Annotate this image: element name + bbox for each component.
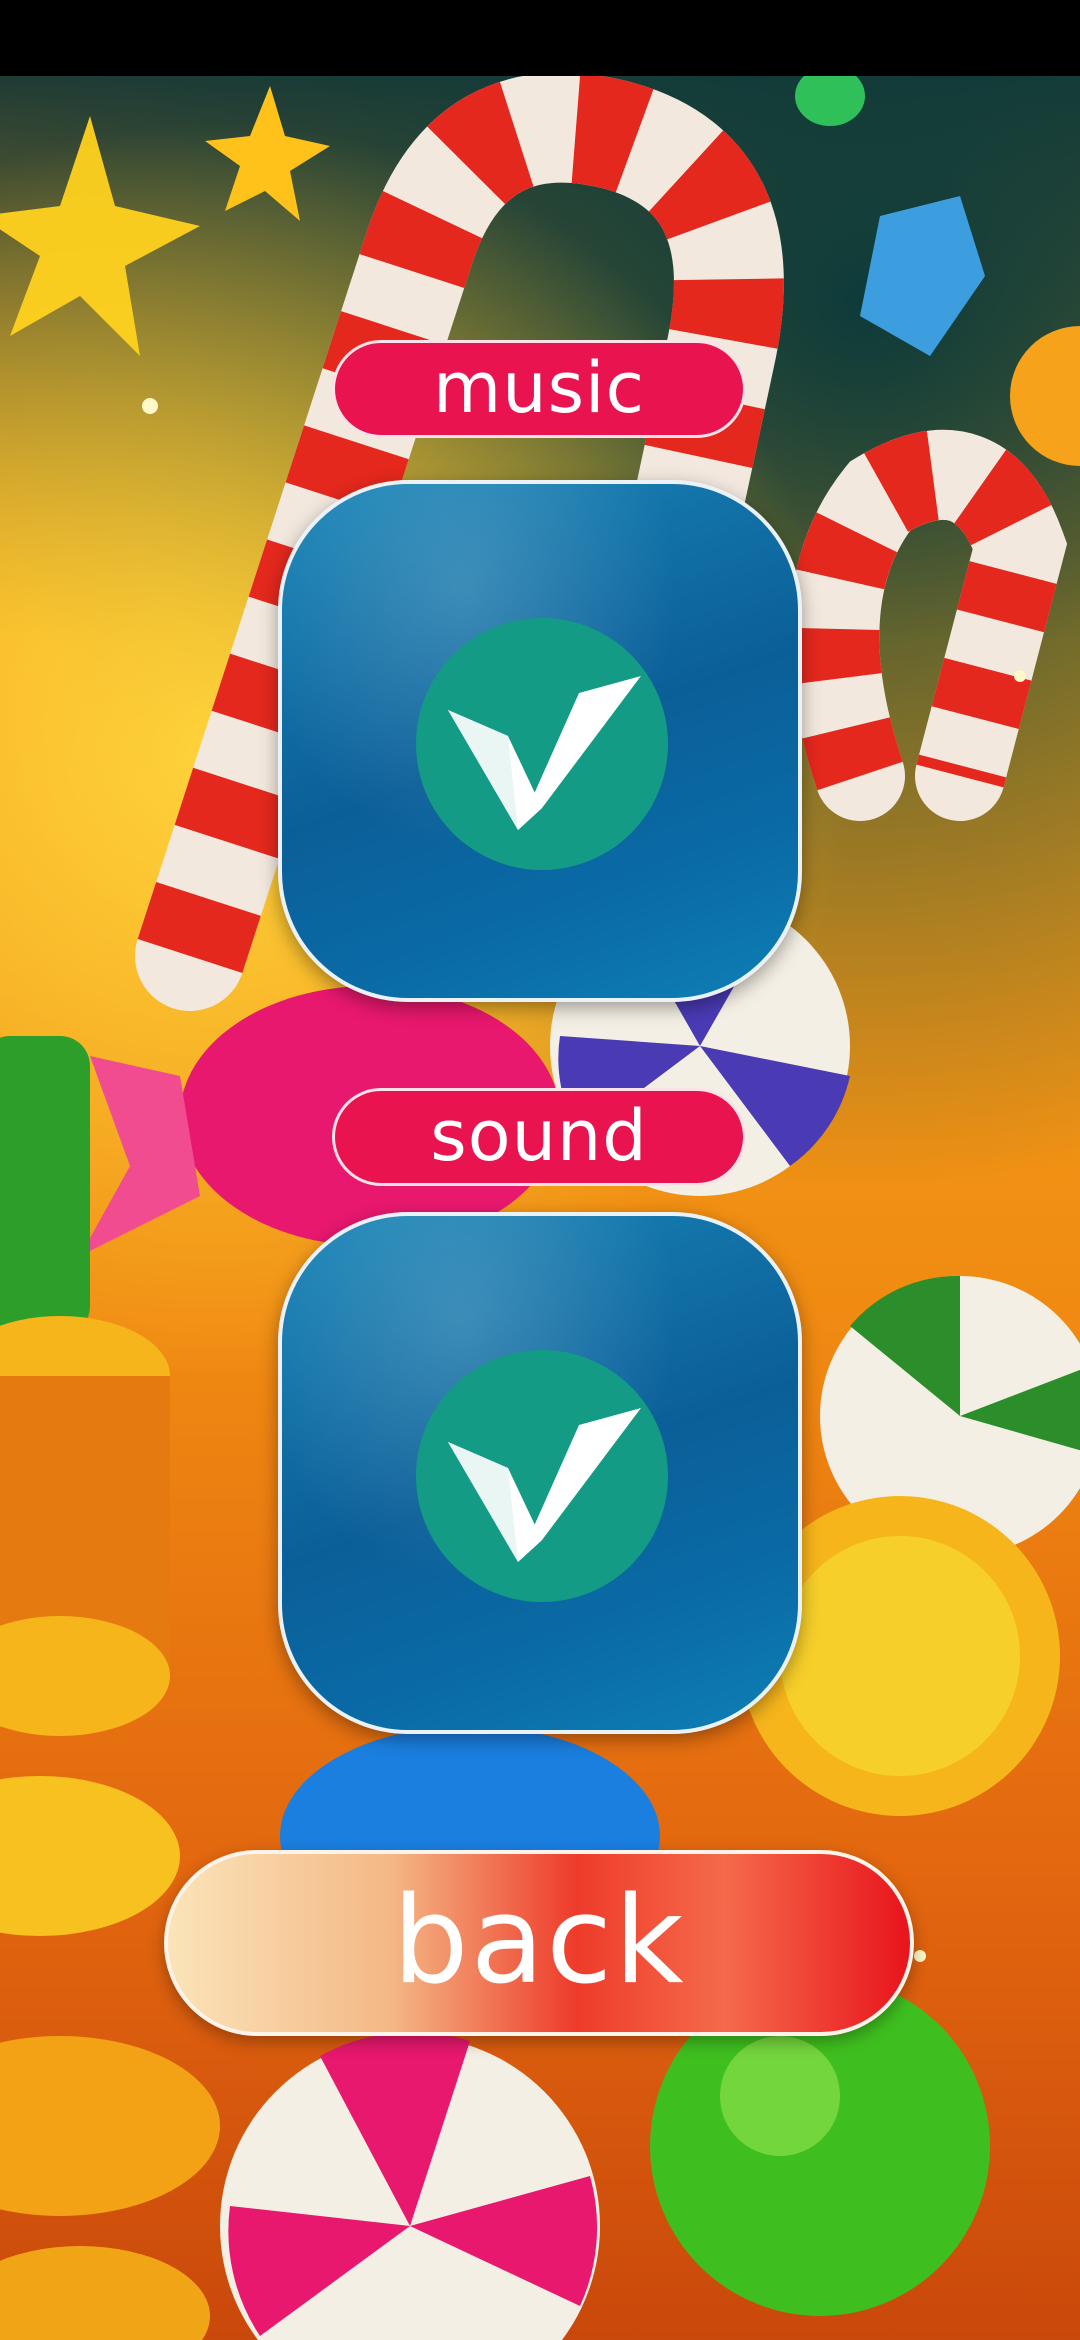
music-label: music xyxy=(332,340,746,438)
music-toggle-button[interactable] xyxy=(278,480,802,1002)
settings-screen: music sound back xyxy=(0,0,1080,2340)
checkmark-icon xyxy=(448,676,641,830)
checkmark-icon xyxy=(448,1408,641,1562)
sound-toggle-button[interactable] xyxy=(278,1212,802,1734)
back-button[interactable]: back xyxy=(164,1850,914,2036)
sound-check-badge xyxy=(416,1350,668,1602)
sound-label: sound xyxy=(332,1088,746,1186)
status-bar xyxy=(0,0,1080,76)
music-check-badge xyxy=(416,618,668,870)
